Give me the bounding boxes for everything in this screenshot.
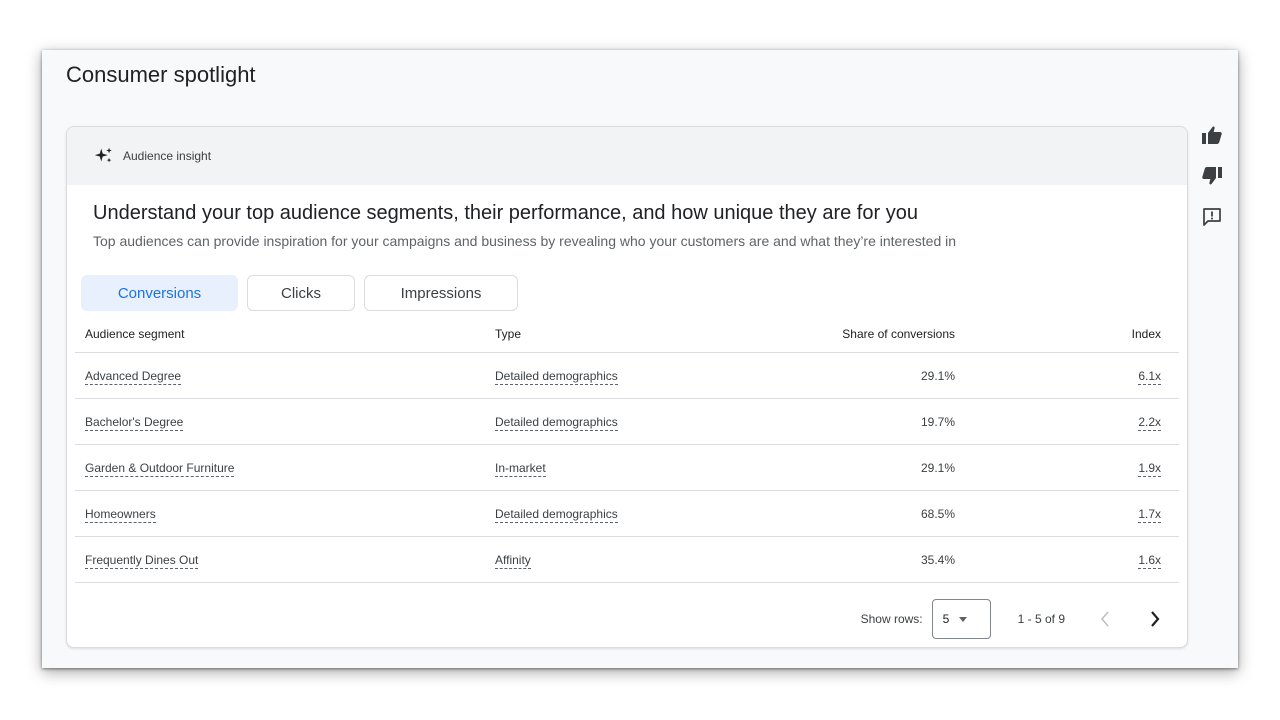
caret-down-icon	[959, 616, 968, 622]
share-value: 68.5%	[920, 506, 955, 521]
sparkle-icon	[94, 147, 112, 163]
index-value[interactable]: 1.6x	[1138, 552, 1161, 569]
table-row: Homeowners Detailed demographics 68.5% 1…	[75, 491, 1179, 537]
page-range: 1 - 5 of 9	[1017, 612, 1065, 626]
thumb-down-button[interactable]	[1200, 165, 1224, 187]
index-value[interactable]: 1.7x	[1138, 506, 1161, 523]
column-header-type[interactable]: Type	[495, 327, 835, 341]
app-window: Consumer spotlight Audience insight Unde…	[42, 50, 1238, 668]
segment-link[interactable]: Bachelor's Degree	[85, 414, 184, 431]
table-row: Advanced Degree Detailed demographics 29…	[75, 353, 1179, 399]
share-value: 29.1%	[920, 460, 955, 475]
type-link[interactable]: In-market	[495, 460, 546, 477]
thumb-up-icon	[1202, 126, 1222, 144]
type-link[interactable]: Affinity	[495, 552, 531, 569]
metric-tabs: Conversions Clicks Impressions	[81, 275, 518, 311]
feedback-actions	[1200, 124, 1224, 228]
tab-conversions[interactable]: Conversions	[81, 275, 238, 311]
segment-link[interactable]: Frequently Dines Out	[85, 552, 199, 569]
next-page-button[interactable]	[1143, 607, 1167, 631]
previous-page-button[interactable]	[1093, 607, 1117, 631]
share-value: 35.4%	[920, 552, 955, 567]
feedback-button[interactable]	[1200, 206, 1224, 228]
table-header-row: Audience segment Type Share of conversio…	[75, 315, 1179, 353]
segment-link[interactable]: Garden & Outdoor Furniture	[85, 460, 235, 477]
insight-subheadline: Top audiences can provide inspiration fo…	[93, 233, 957, 249]
table-row: Bachelor's Degree Detailed demographics …	[75, 399, 1179, 445]
index-value[interactable]: 1.9x	[1138, 460, 1161, 477]
type-link[interactable]: Detailed demographics	[495, 414, 618, 431]
segment-link[interactable]: Advanced Degree	[85, 368, 182, 385]
insight-headline: Understand your top audience segments, t…	[93, 202, 918, 224]
chevron-right-icon	[1151, 611, 1160, 627]
thumb-up-button[interactable]	[1200, 124, 1224, 146]
tab-clicks[interactable]: Clicks	[247, 275, 355, 311]
feedback-icon	[1203, 208, 1221, 226]
type-link[interactable]: Detailed demographics	[495, 368, 618, 385]
segment-link[interactable]: Homeowners	[85, 506, 156, 523]
show-rows-label: Show rows:	[860, 612, 923, 626]
audience-insight-card: Audience insight Understand your top aud…	[66, 126, 1188, 648]
index-value[interactable]: 6.1x	[1138, 368, 1161, 385]
pagination: Show rows: 5 1 - 5 of 9	[861, 599, 1167, 639]
share-value: 29.1%	[920, 368, 955, 383]
chevron-left-icon	[1100, 611, 1109, 627]
column-header-share[interactable]: Share of conversions	[835, 327, 955, 341]
type-link[interactable]: Detailed demographics	[495, 506, 618, 523]
share-value: 19.7%	[920, 414, 955, 429]
audience-table: Audience segment Type Share of conversio…	[75, 315, 1179, 583]
table-row: Frequently Dines Out Affinity 35.4% 1.6x	[75, 537, 1179, 583]
tab-impressions[interactable]: Impressions	[364, 275, 518, 311]
thumb-down-icon	[1202, 167, 1222, 185]
column-header-segment[interactable]: Audience segment	[75, 327, 495, 341]
table-row: Garden & Outdoor Furniture In-market 29.…	[75, 445, 1179, 491]
index-value[interactable]: 2.2x	[1138, 414, 1161, 431]
card-header-label: Audience insight	[123, 149, 212, 163]
page-title: Consumer spotlight	[66, 62, 256, 87]
card-header: Audience insight	[67, 127, 1187, 185]
column-header-index[interactable]: Index	[955, 327, 1179, 341]
rows-per-page-select[interactable]: 5	[931, 599, 991, 639]
rows-per-page-value: 5	[942, 612, 950, 626]
